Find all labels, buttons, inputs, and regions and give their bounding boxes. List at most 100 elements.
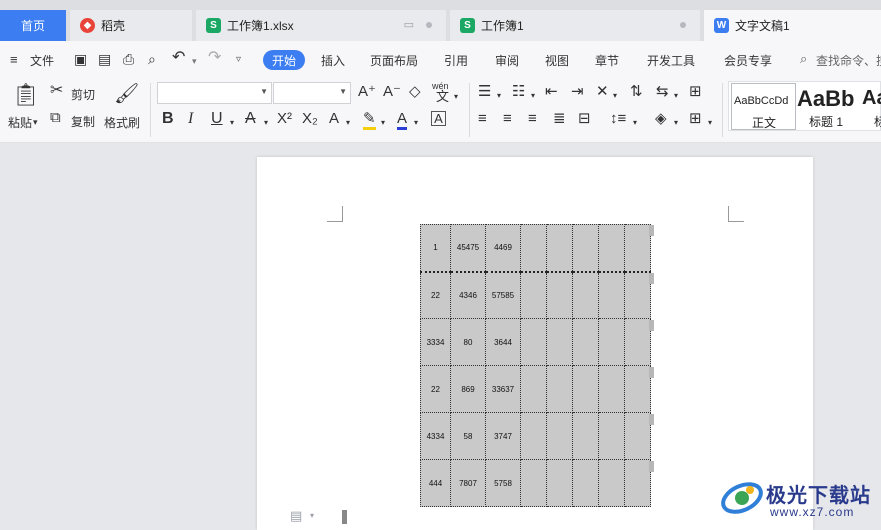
- table-cell[interactable]: [520, 365, 547, 413]
- clear-format-icon[interactable]: ◇: [409, 84, 421, 100]
- table-cell[interactable]: [520, 459, 547, 507]
- table-cell[interactable]: [572, 459, 599, 507]
- justify-icon[interactable]: ≣: [553, 111, 566, 127]
- table-cell[interactable]: [598, 270, 625, 319]
- paste-dropdown-icon[interactable]: ▾: [33, 114, 38, 130]
- table-cell[interactable]: [520, 224, 547, 272]
- format-painter-button[interactable]: 格式刷: [104, 114, 140, 131]
- table-cell[interactable]: 4334: [420, 412, 451, 460]
- table-cell[interactable]: 80: [450, 318, 486, 366]
- table-cell[interactable]: [546, 224, 573, 272]
- font-color-icon[interactable]: A: [397, 111, 408, 130]
- table-cell[interactable]: 22: [420, 270, 451, 319]
- table-cell[interactable]: 7807: [450, 459, 486, 507]
- numbered-list-icon[interactable]: ☷: [512, 84, 525, 100]
- table-cell[interactable]: [624, 365, 651, 413]
- table-cell[interactable]: [624, 270, 651, 319]
- chevron-down-icon[interactable]: ▾: [346, 115, 350, 131]
- menu-chapter[interactable]: 章节: [595, 52, 619, 69]
- table-cell[interactable]: [546, 318, 573, 366]
- format-painter-icon[interactable]: 🖌︎: [114, 82, 139, 106]
- chevron-down-icon[interactable]: ▾: [454, 89, 458, 105]
- table-cell[interactable]: 58: [450, 412, 486, 460]
- align-left-icon[interactable]: ≡: [478, 111, 487, 127]
- line-spacing-icon[interactable]: ↕≡: [610, 111, 626, 127]
- table-cell[interactable]: [598, 459, 625, 507]
- chevron-down-icon[interactable]: ▾: [613, 88, 617, 104]
- menu-review[interactable]: 审阅: [495, 52, 519, 69]
- table-cell[interactable]: [546, 365, 573, 413]
- bullet-list-icon[interactable]: ☰: [478, 84, 491, 100]
- increase-indent-icon[interactable]: ⇥: [571, 84, 584, 100]
- underline-icon[interactable]: U: [211, 111, 223, 127]
- style-heading-2[interactable]: Aa 标: [862, 83, 881, 130]
- table-cell[interactable]: [598, 224, 625, 272]
- chevron-down-icon[interactable]: ▾: [264, 115, 268, 131]
- table-cell[interactable]: 3644: [485, 318, 521, 366]
- font-grow-icon[interactable]: A⁺: [358, 84, 376, 100]
- highlight-icon[interactable]: ✎: [363, 111, 376, 130]
- shading-icon[interactable]: ◈: [655, 111, 667, 127]
- chevron-down-icon[interactable]: ▾: [381, 115, 385, 131]
- menu-start[interactable]: 开始: [263, 50, 305, 70]
- table-cell[interactable]: 3747: [485, 412, 521, 460]
- table-cell[interactable]: [624, 224, 651, 272]
- undo-icon[interactable]: ↶: [172, 50, 185, 66]
- borders-icon[interactable]: ⊞: [689, 111, 702, 127]
- undo-dropdown-icon[interactable]: ▾: [192, 53, 197, 69]
- print-icon[interactable]: ⎙: [123, 51, 134, 67]
- document-table[interactable]: 1 45475 4469 22 4346 57585 3334 80 3644 22 869 3363…: [420, 224, 651, 507]
- paste-icon[interactable]: 📋︎: [12, 83, 40, 107]
- table-cell[interactable]: [572, 365, 599, 413]
- bold-icon[interactable]: B: [162, 111, 174, 127]
- copy-button[interactable]: 复制: [71, 113, 95, 130]
- align-center-icon[interactable]: ≡: [503, 111, 512, 127]
- table-cell[interactable]: [624, 412, 651, 460]
- table-cell[interactable]: [572, 224, 599, 272]
- table-cell[interactable]: 45475: [450, 224, 486, 272]
- table-cell[interactable]: [520, 318, 547, 366]
- cut-button[interactable]: 剪切: [71, 86, 95, 103]
- chevron-down-icon[interactable]: ▾: [531, 88, 535, 104]
- table-cell[interactable]: 22: [420, 365, 451, 413]
- chevron-down-icon[interactable]: ▾: [708, 115, 712, 131]
- distribute-icon[interactable]: ⊟: [578, 111, 591, 127]
- align-right-icon[interactable]: ≡: [528, 111, 537, 127]
- chevron-down-icon[interactable]: ▾: [674, 88, 678, 104]
- tab-workbook[interactable]: S 工作簿1: [450, 10, 700, 41]
- tab-close-dot[interactable]: [426, 22, 432, 28]
- table-cell[interactable]: 4469: [485, 224, 521, 272]
- table-cell[interactable]: 869: [450, 365, 486, 413]
- char-border-icon[interactable]: A: [431, 111, 446, 126]
- text-direction-icon[interactable]: ⇆: [656, 84, 669, 100]
- font-shrink-icon[interactable]: A⁻: [383, 84, 401, 100]
- subscript-icon[interactable]: X₂: [302, 111, 318, 127]
- text-effect-icon[interactable]: A: [329, 111, 339, 127]
- italic-icon[interactable]: I: [188, 111, 193, 127]
- table-cell[interactable]: [520, 270, 547, 319]
- paste-button[interactable]: 粘贴: [8, 114, 32, 131]
- tab-xlsx[interactable]: S 工作簿1.xlsx ▭: [196, 10, 446, 41]
- chevron-down-icon[interactable]: ▾: [497, 88, 501, 104]
- menu-layout[interactable]: 页面布局: [370, 52, 418, 69]
- tab-docer[interactable]: ◆ 稻壳: [70, 10, 192, 41]
- table-cell[interactable]: [546, 412, 573, 460]
- table-cell[interactable]: 5758: [485, 459, 521, 507]
- command-search[interactable]: 查找命令、搜: [816, 52, 881, 69]
- chevron-down-icon[interactable]: ▾: [310, 511, 314, 520]
- chevron-down-icon[interactable]: ▾: [633, 115, 637, 131]
- superscript-icon[interactable]: X²: [277, 111, 292, 127]
- font-size-select[interactable]: ▼: [273, 82, 351, 104]
- menu-devtools[interactable]: 开发工具: [647, 52, 695, 69]
- table-cell[interactable]: 4346: [450, 270, 486, 319]
- chinese-layout-icon[interactable]: ✕: [596, 84, 609, 100]
- table-cell[interactable]: [624, 318, 651, 366]
- hamburger-icon[interactable]: ≡: [10, 52, 18, 68]
- show-marks-icon[interactable]: ⊞: [689, 84, 702, 100]
- table-cell[interactable]: [572, 270, 599, 319]
- strikethrough-icon[interactable]: A: [245, 111, 256, 127]
- table-cell[interactable]: [546, 270, 573, 319]
- quick-access-dropdown-icon[interactable]: ▿: [236, 52, 241, 68]
- table-cell[interactable]: 444: [420, 459, 451, 507]
- decrease-indent-icon[interactable]: ⇤: [545, 84, 558, 100]
